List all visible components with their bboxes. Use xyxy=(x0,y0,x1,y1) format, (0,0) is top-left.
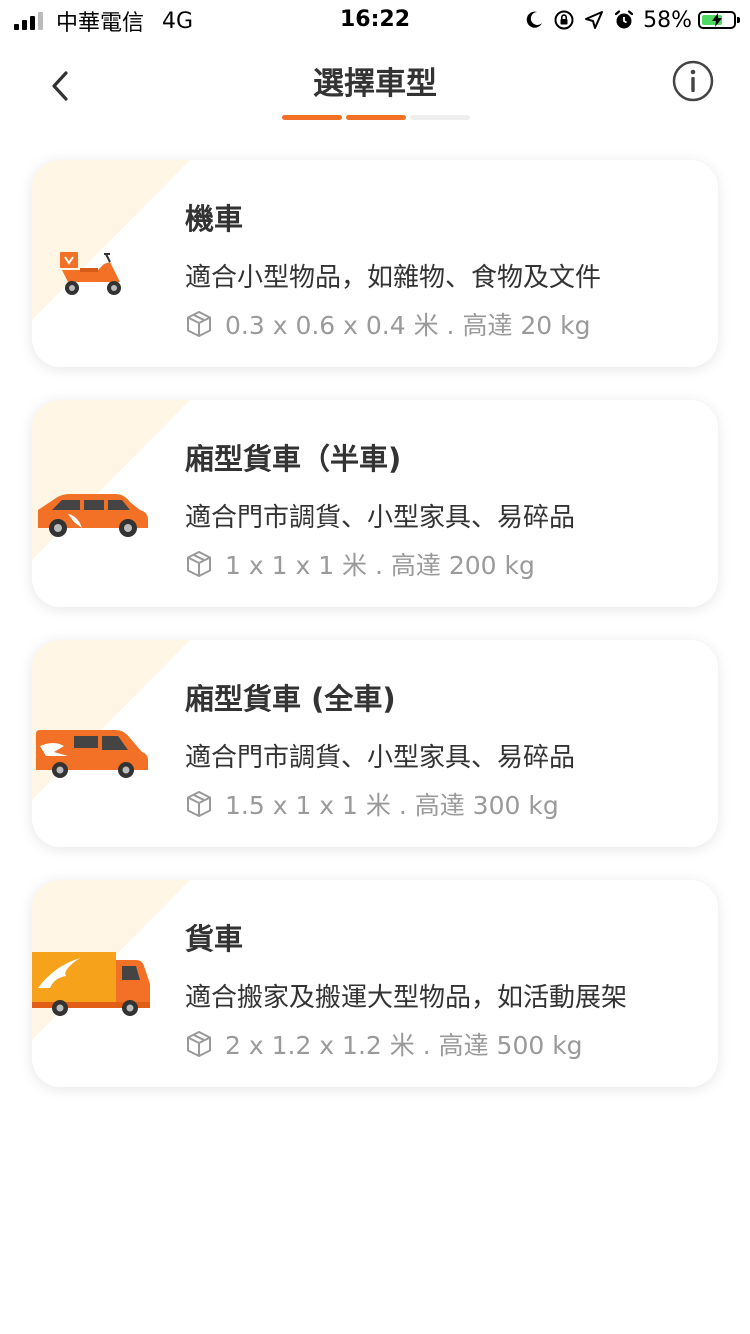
vehicle-name: 廂型貨車（半車) xyxy=(185,442,402,476)
header: 選擇車型 xyxy=(0,40,750,130)
vehicle-card-motorcycle[interactable]: 機車 適合小型物品，如雜物、食物及文件 0.3 x 0.6 x 0.4 米 . … xyxy=(32,160,718,367)
vehicle-spec: 1 x 1 x 1 米 . 高達 200 kg xyxy=(185,546,535,582)
truck-icon xyxy=(32,952,150,1016)
vehicle-spec: 0.3 x 0.6 x 0.4 米 . 高達 20 kg xyxy=(185,306,591,342)
battery-percentage: 58% xyxy=(643,7,692,33)
vehicle-description: 適合門市調貨、小型家具、易碎品 xyxy=(185,503,576,533)
vehicle-card-truck[interactable]: 貨車 適合搬家及搬運大型物品，如活動展架 2 x 1.2 x 1.2 米 . 高… xyxy=(32,880,718,1087)
vehicle-spec: 1.5 x 1 x 1 米 . 高達 300 kg xyxy=(185,786,559,822)
info-button[interactable] xyxy=(672,60,714,102)
progress-step xyxy=(282,115,342,120)
progress-step xyxy=(346,115,406,120)
box-icon xyxy=(185,310,213,338)
vehicle-description: 適合門市調貨、小型家具、易碎品 xyxy=(185,743,576,773)
vehicle-spec-text: 0.3 x 0.6 x 0.4 米 . 高達 20 kg xyxy=(225,311,591,340)
step-progress xyxy=(282,115,474,120)
moon-icon xyxy=(524,10,544,30)
vehicle-name: 廂型貨車 (全車) xyxy=(185,682,396,716)
vehicle-name: 貨車 xyxy=(185,922,244,956)
status-right: 58% xyxy=(515,6,740,34)
vehicle-name: 機車 xyxy=(185,202,244,236)
vehicle-description: 適合搬家及搬運大型物品，如活動展架 xyxy=(185,983,628,1013)
van-icon xyxy=(36,730,148,778)
box-icon xyxy=(185,1030,213,1058)
motorcycle-icon xyxy=(60,252,121,295)
location-arrow-icon xyxy=(584,10,604,30)
charging-bolt-icon xyxy=(712,13,722,27)
box-icon xyxy=(185,550,213,578)
alarm-clock-icon xyxy=(613,9,635,31)
vehicle-spec-text: 2 x 1.2 x 1.2 米 . 高達 500 kg xyxy=(225,1031,583,1060)
vehicle-spec: 2 x 1.2 x 1.2 米 . 高達 500 kg xyxy=(185,1026,583,1062)
battery-icon xyxy=(698,11,740,29)
box-icon xyxy=(185,790,213,818)
info-icon xyxy=(672,60,714,102)
vehicle-spec-text: 1.5 x 1 x 1 米 . 高達 300 kg xyxy=(225,791,559,820)
status-bar: 中華電信 4G 16:22 58% xyxy=(0,0,750,40)
rotation-lock-icon xyxy=(553,9,575,31)
page-title: 選擇車型 xyxy=(313,66,437,102)
vehicle-card-full-van[interactable]: 廂型貨車 (全車) 適合門市調貨、小型家具、易碎品 1.5 x 1 x 1 米 … xyxy=(32,640,718,847)
progress-step xyxy=(410,115,470,120)
vehicle-card-half-van[interactable]: 廂型貨車（半車) 適合門市調貨、小型家具、易碎品 1 x 1 x 1 米 . 高… xyxy=(32,400,718,607)
suv-icon xyxy=(38,494,148,537)
vehicle-spec-text: 1 x 1 x 1 米 . 高達 200 kg xyxy=(225,551,535,580)
vehicle-description: 適合小型物品，如雜物、食物及文件 xyxy=(185,263,602,293)
